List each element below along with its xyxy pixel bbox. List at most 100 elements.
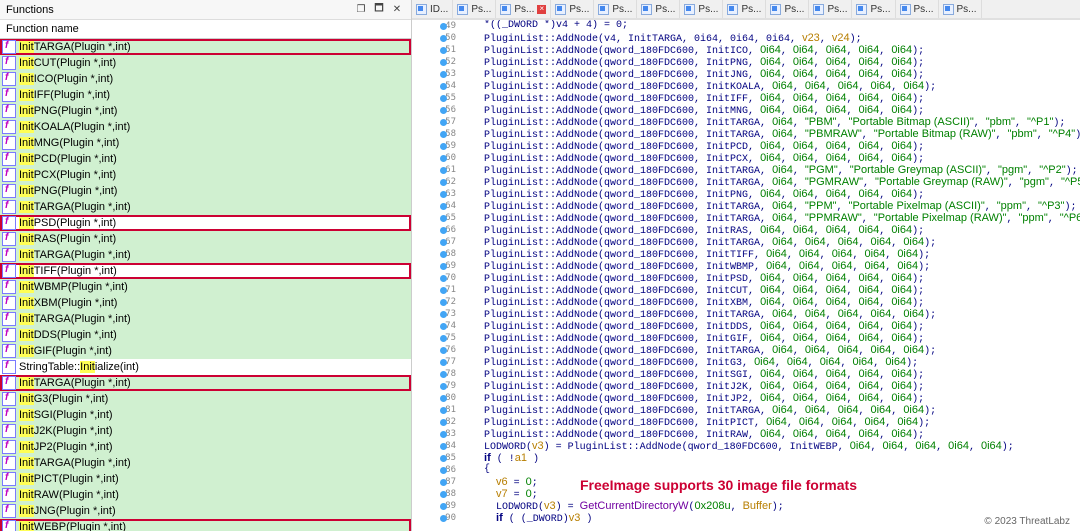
line-number[interactable]: 66 <box>412 224 460 236</box>
function-row[interactable]: InitTARGA(Plugin *,int) <box>0 311 411 327</box>
line-number[interactable]: 76 <box>412 344 460 356</box>
tab-close-icon[interactable]: × <box>537 5 546 14</box>
tab-label: Ps... <box>471 4 491 15</box>
line-number[interactable]: 65 <box>412 212 460 224</box>
function-row[interactable]: InitPNG(Plugin *,int) <box>0 183 411 199</box>
tab[interactable]: Ps... <box>637 0 680 18</box>
line-number[interactable]: 54 <box>412 80 460 92</box>
tab-file-icon <box>598 4 609 15</box>
line-number[interactable]: 63 <box>412 188 460 200</box>
line-number[interactable]: 82 <box>412 416 460 428</box>
function-row[interactable]: StringTable::Initialize(int) <box>0 359 411 375</box>
function-row[interactable]: InitPCD(Plugin *,int) <box>0 151 411 167</box>
line-number[interactable]: 71 <box>412 284 460 296</box>
tab[interactable]: ID... <box>412 0 453 18</box>
line-number[interactable]: 64 <box>412 200 460 212</box>
functions-list[interactable]: InitTARGA(Plugin *,int)InitCUT(Plugin *,… <box>0 39 411 531</box>
function-icon <box>2 472 16 486</box>
code-line: { <box>460 464 1080 476</box>
line-number[interactable]: 87 <box>412 476 460 488</box>
tab[interactable]: Ps... <box>680 0 723 18</box>
line-number[interactable]: 50 <box>412 32 460 44</box>
line-number[interactable]: 53 <box>412 68 460 80</box>
line-number[interactable]: 49 <box>412 20 460 32</box>
function-row[interactable]: InitJ2K(Plugin *,int) <box>0 423 411 439</box>
function-row[interactable]: InitPCX(Plugin *,int) <box>0 167 411 183</box>
function-row[interactable]: InitPSD(Plugin *,int) <box>0 215 411 231</box>
line-number[interactable]: 55 <box>412 92 460 104</box>
line-number[interactable]: 85 <box>412 452 460 464</box>
function-row[interactable]: InitRAW(Plugin *,int) <box>0 487 411 503</box>
function-row[interactable]: InitTARGA(Plugin *,int) <box>0 199 411 215</box>
line-number[interactable]: 70 <box>412 272 460 284</box>
line-number[interactable]: 72 <box>412 296 460 308</box>
restore-button[interactable]: ❐ <box>353 3 369 17</box>
line-number[interactable]: 86 <box>412 464 460 476</box>
tab[interactable]: Ps... <box>809 0 852 18</box>
line-number[interactable]: 56 <box>412 104 460 116</box>
line-number[interactable]: 83 <box>412 428 460 440</box>
line-number[interactable]: 80 <box>412 392 460 404</box>
function-row[interactable]: InitCUT(Plugin *,int) <box>0 55 411 71</box>
line-number[interactable]: 75 <box>412 332 460 344</box>
line-number[interactable]: 73 <box>412 308 460 320</box>
line-number[interactable]: 89 <box>412 500 460 512</box>
line-number[interactable]: 84 <box>412 440 460 452</box>
function-row[interactable]: InitTARGA(Plugin *,int) <box>0 375 411 391</box>
line-number[interactable]: 81 <box>412 404 460 416</box>
line-number[interactable]: 88 <box>412 488 460 500</box>
function-row[interactable]: InitIFF(Plugin *,int) <box>0 87 411 103</box>
line-number[interactable]: 67 <box>412 236 460 248</box>
line-number[interactable]: 90 <box>412 512 460 524</box>
line-number[interactable]: 52 <box>412 56 460 68</box>
function-row[interactable]: InitWBMP(Plugin *,int) <box>0 279 411 295</box>
function-row[interactable]: InitJNG(Plugin *,int) <box>0 503 411 519</box>
line-number[interactable]: 61 <box>412 164 460 176</box>
line-number[interactable]: 57 <box>412 116 460 128</box>
line-number[interactable]: 77 <box>412 356 460 368</box>
function-row[interactable]: InitJP2(Plugin *,int) <box>0 439 411 455</box>
tab[interactable]: Ps...× <box>496 0 551 18</box>
line-number[interactable]: 74 <box>412 320 460 332</box>
tab[interactable]: Ps... <box>939 0 982 18</box>
function-row[interactable]: InitGIF(Plugin *,int) <box>0 343 411 359</box>
tab[interactable]: Ps... <box>551 0 594 18</box>
line-number[interactable]: 62 <box>412 176 460 188</box>
code-line: PluginList::AddNode(qword_180FDC600, Ini… <box>460 332 1080 344</box>
function-row[interactable]: InitTIFF(Plugin *,int) <box>0 263 411 279</box>
function-row[interactable]: InitRAS(Plugin *,int) <box>0 231 411 247</box>
tab[interactable]: Ps... <box>896 0 939 18</box>
function-row[interactable]: InitSGI(Plugin *,int) <box>0 407 411 423</box>
close-button[interactable]: ✕ <box>389 3 405 17</box>
line-number[interactable]: 58 <box>412 128 460 140</box>
function-row[interactable]: InitXBM(Plugin *,int) <box>0 295 411 311</box>
line-number[interactable]: 68 <box>412 248 460 260</box>
tab-file-icon <box>555 4 566 15</box>
code-editor[interactable]: 4950515253545556575859606162636465666768… <box>412 20 1080 531</box>
line-number[interactable]: 59 <box>412 140 460 152</box>
tab[interactable]: Ps... <box>453 0 496 18</box>
line-number[interactable]: 79 <box>412 380 460 392</box>
line-number[interactable]: 69 <box>412 260 460 272</box>
tab[interactable]: Ps... <box>852 0 895 18</box>
function-row[interactable]: InitTARGA(Plugin *,int) <box>0 247 411 263</box>
function-row[interactable]: InitG3(Plugin *,int) <box>0 391 411 407</box>
tab[interactable]: Ps... <box>723 0 766 18</box>
function-row[interactable]: InitPICT(Plugin *,int) <box>0 471 411 487</box>
line-number[interactable]: 78 <box>412 368 460 380</box>
function-row[interactable]: InitWEBP(Plugin *,int) <box>0 519 411 531</box>
function-row[interactable]: InitTARGA(Plugin *,int) <box>0 39 411 55</box>
function-row[interactable]: InitKOALA(Plugin *,int) <box>0 119 411 135</box>
tab[interactable]: Ps... <box>594 0 637 18</box>
line-number[interactable]: 51 <box>412 44 460 56</box>
tab[interactable]: Ps... <box>766 0 809 18</box>
function-row[interactable]: InitMNG(Plugin *,int) <box>0 135 411 151</box>
function-row[interactable]: InitDDS(Plugin *,int) <box>0 327 411 343</box>
function-row[interactable]: InitPNG(Plugin *,int) <box>0 103 411 119</box>
function-row[interactable]: InitTARGA(Plugin *,int) <box>0 455 411 471</box>
line-number[interactable]: 60 <box>412 152 460 164</box>
function-row[interactable]: InitICO(Plugin *,int) <box>0 71 411 87</box>
tab-label: Ps... <box>827 4 847 15</box>
column-header[interactable]: Function name <box>0 20 411 39</box>
maximize-button[interactable]: 🗖 <box>371 3 387 17</box>
